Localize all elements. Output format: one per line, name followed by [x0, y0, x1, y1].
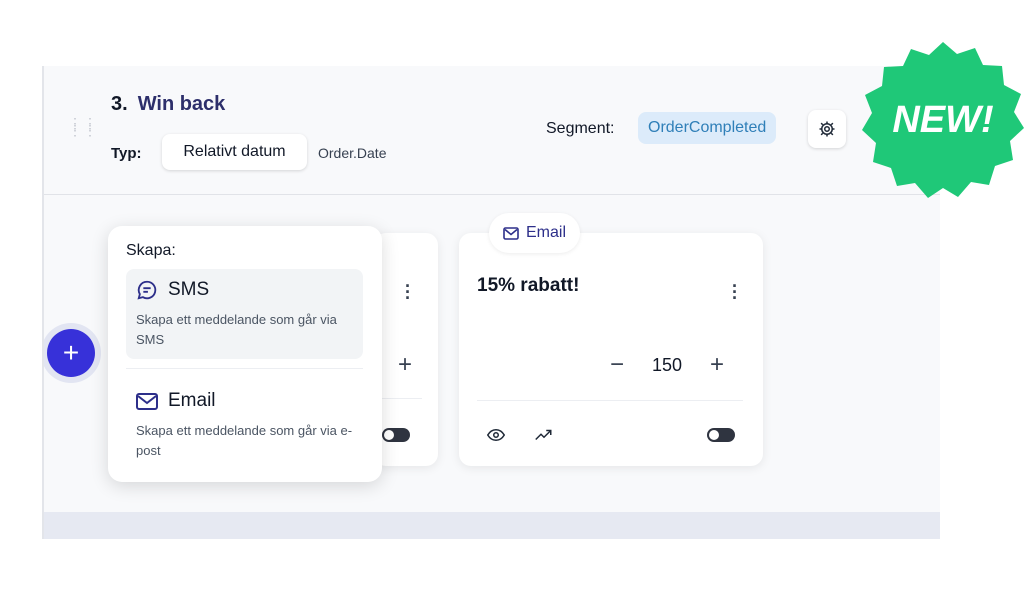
- chat-icon: [137, 280, 157, 300]
- popup-divider: [126, 368, 363, 369]
- typ-label: Typ:: [111, 145, 142, 162]
- email-option-label: Email: [168, 390, 216, 411]
- stepper-value[interactable]: 150: [627, 355, 707, 376]
- quantity-stepper: − 150 +: [607, 353, 727, 377]
- sms-option-label: SMS: [168, 279, 210, 300]
- footer-band: [44, 512, 940, 539]
- drag-handle-icon[interactable]: ⋮⋮ ⋮⋮: [68, 116, 98, 137]
- typ-select-button[interactable]: Relativt datum: [162, 134, 307, 170]
- kebab-icon[interactable]: · · ·: [731, 277, 739, 307]
- segment-label: Segment:: [546, 120, 615, 137]
- typ-field: Order.Date: [318, 145, 387, 161]
- active-toggle[interactable]: [707, 428, 735, 442]
- create-sms-option[interactable]: SMS Skapa ett meddelande som går via SMS: [126, 269, 363, 359]
- decrement-button[interactable]: −: [607, 353, 627, 377]
- option-title: Email: [136, 390, 353, 412]
- message-card-email: Email 15% rabatt! · · · − 150 +: [459, 213, 763, 466]
- message-card-left: · · · +: [374, 233, 438, 466]
- increment-button[interactable]: +: [707, 353, 727, 377]
- sms-option-desc: Skapa ett meddelande som går via SMS: [136, 312, 337, 347]
- option-title: SMS: [136, 279, 353, 301]
- gear-icon[interactable]: [808, 110, 846, 148]
- trend-icon[interactable]: [535, 429, 553, 441]
- eye-icon[interactable]: [487, 428, 505, 442]
- channel-tab-label: Email: [526, 224, 567, 241]
- new-badge: NEW!: [862, 42, 1024, 198]
- email-icon: [136, 392, 158, 410]
- create-email-option[interactable]: Email Skapa ett meddelande som går via e…: [126, 380, 363, 464]
- active-toggle[interactable]: [382, 428, 410, 442]
- channel-tab[interactable]: Email: [489, 213, 581, 253]
- card-divider: [477, 400, 743, 401]
- step-header: ⋮⋮ ⋮⋮ 3. Win back Typ: Relativt datum Orde…: [44, 66, 940, 195]
- email-icon: [503, 226, 519, 240]
- popup-header: Skapa:: [126, 242, 176, 259]
- new-badge-text: NEW!: [892, 99, 993, 141]
- step-number: 3.: [111, 93, 128, 115]
- email-option-desc: Skapa ett meddelande som går via e-post: [136, 423, 353, 458]
- segment-badge[interactable]: OrderCompleted: [638, 112, 777, 144]
- step-name: Win back: [137, 93, 226, 115]
- add-message-button[interactable]: +: [47, 329, 95, 377]
- card-title: 15% rabatt!: [477, 275, 580, 296]
- create-message-popup: Skapa: SMS Skapa ett meddelande som går …: [108, 226, 382, 482]
- increment-button[interactable]: +: [398, 351, 412, 379]
- kebab-icon[interactable]: · · ·: [404, 277, 412, 307]
- step-title: 3. Win back: [111, 93, 225, 116]
